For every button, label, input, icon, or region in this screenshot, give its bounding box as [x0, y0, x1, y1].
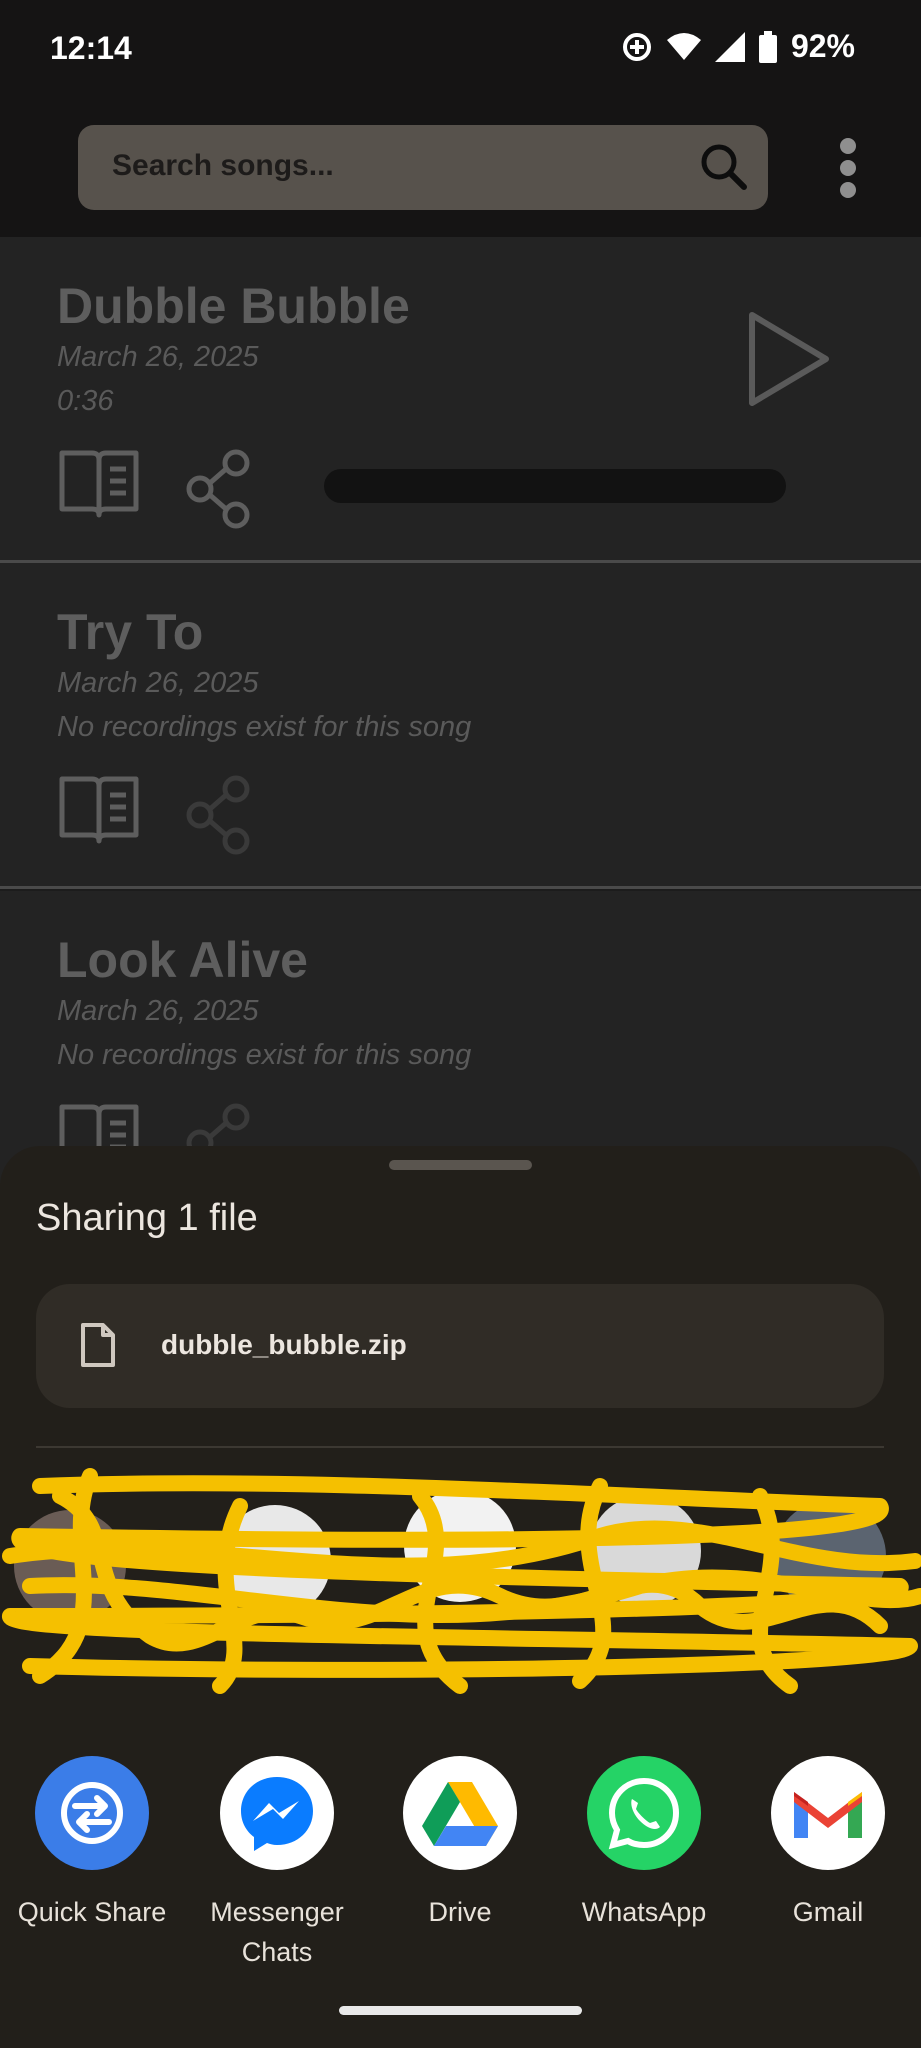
drive-icon[interactable] — [403, 1756, 517, 1870]
app-label: Quick Share — [17, 1897, 167, 1927]
app-target-messenger[interactable]: Messenger Chats — [184, 1756, 370, 1972]
divider — [36, 1446, 884, 1448]
app-bar: Search songs... — [0, 100, 921, 237]
share-icon[interactable] — [184, 449, 254, 529]
status-bar: 12:14 92% — [0, 0, 921, 100]
song-title: Dubble Bubble — [57, 278, 410, 334]
search-placeholder: Search songs... — [112, 149, 334, 182]
app-label: Gmail — [792, 1897, 864, 1927]
song-card[interactable]: Dubble Bubble March 26, 2025 0:36 — [0, 237, 921, 563]
app-label: WhatsApp — [581, 1897, 707, 1927]
status-time: 12:14 — [50, 30, 132, 66]
file-preview: dubble_bubble.zip — [36, 1284, 884, 1408]
playback-progress[interactable] — [324, 469, 786, 503]
app-target-drive[interactable]: Drive — [368, 1756, 552, 1932]
data-saver-icon — [622, 32, 651, 61]
lyrics-book-icon[interactable] — [58, 773, 140, 847]
gmail-icon[interactable] — [771, 1756, 885, 1870]
wifi-icon — [666, 32, 701, 60]
song-date: March 26, 2025 — [57, 341, 259, 373]
share-icon — [186, 775, 250, 855]
status-icons: 92% — [621, 28, 855, 65]
share-sheet: Sharing 1 file dubble_bubble.zip Quick S… — [0, 1146, 921, 2048]
drag-handle[interactable] — [389, 1160, 532, 1170]
app-target-quick-share[interactable]: Quick Share — [0, 1756, 184, 1932]
lyrics-book-icon[interactable] — [58, 447, 140, 521]
messenger-icon[interactable] — [220, 1756, 334, 1870]
search-icon[interactable] — [696, 139, 752, 195]
share-sheet-title: Sharing 1 file — [36, 1197, 258, 1239]
more-options-icon[interactable] — [830, 136, 866, 200]
app-label: Drive — [428, 1897, 492, 1927]
song-title: Try To — [57, 604, 204, 660]
quick-share-icon[interactable] — [35, 1756, 149, 1870]
app-targets-row: Quick Share Messenger Chats Drive WhatsA… — [0, 1756, 921, 1986]
search-input[interactable]: Search songs... — [78, 125, 768, 210]
battery-percent: 92% — [790, 28, 855, 64]
signal-icon — [714, 31, 745, 62]
file-name: dubble_bubble.zip — [161, 1329, 407, 1360]
song-date: March 26, 2025 — [57, 667, 259, 699]
app-target-whatsapp[interactable]: WhatsApp — [552, 1756, 736, 1932]
gesture-nav-handle[interactable] — [339, 2006, 582, 2015]
file-icon — [81, 1323, 115, 1367]
song-duration: 0:36 — [57, 385, 114, 417]
song-status: No recordings exist for this song — [57, 711, 472, 743]
direct-share-row[interactable] — [0, 1466, 921, 1696]
redaction-scribble — [1, 1468, 921, 1694]
app-target-gmail[interactable]: Gmail — [736, 1756, 920, 1932]
song-title: Look Alive — [57, 932, 308, 988]
song-card[interactable]: Try To March 26, 2025 No recordings exis… — [0, 563, 921, 889]
song-status: No recordings exist for this song — [57, 1039, 472, 1071]
battery-icon — [758, 30, 777, 63]
whatsapp-icon[interactable] — [587, 1756, 701, 1870]
play-icon[interactable] — [746, 309, 832, 409]
app-label: Messenger Chats — [210, 1897, 344, 1967]
song-date: March 26, 2025 — [57, 995, 259, 1027]
